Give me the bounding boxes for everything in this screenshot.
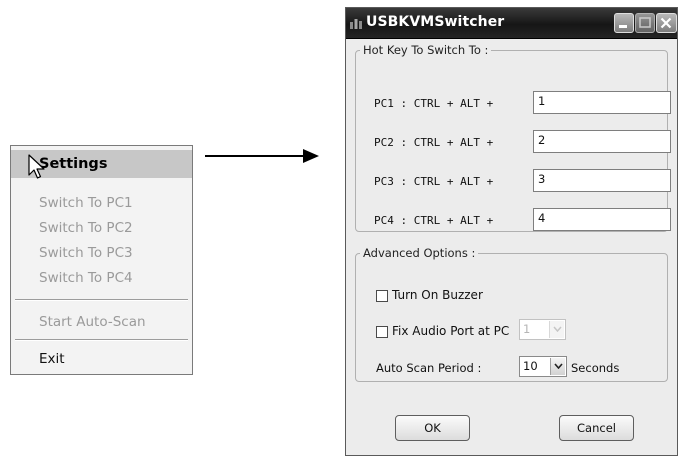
usbkvm-switcher-window: USBKVMSwitcher Hot Key To Switch To : PC… bbox=[345, 7, 678, 456]
menu-item-switch-pc1[interactable]: Switch To PC1 bbox=[11, 193, 192, 213]
menu-item-switch-pc2[interactable]: Switch To PC2 bbox=[11, 218, 192, 238]
maximize-icon bbox=[639, 17, 651, 28]
seconds-unit-label: Seconds bbox=[571, 361, 620, 375]
menu-item-switch-pc3[interactable]: Switch To PC3 bbox=[11, 243, 192, 263]
fix-audio-option[interactable]: Fix Audio Port at PC bbox=[376, 324, 509, 338]
window-title: USBKVMSwitcher bbox=[366, 14, 505, 30]
pc3-hotkey-input[interactable]: 3 bbox=[533, 169, 671, 192]
buzzer-label: Turn On Buzzer bbox=[392, 288, 483, 302]
chevron-down-icon bbox=[554, 363, 563, 369]
pc2-hotkey-label: PC2 : CTRL + ALT + bbox=[374, 136, 494, 149]
audio-pc-dropdown-button[interactable] bbox=[549, 321, 564, 338]
buzzer-option[interactable]: Turn On Buzzer bbox=[376, 288, 483, 302]
scan-period-value: 10 bbox=[523, 359, 538, 373]
tray-context-menu: Settings Switch To PC1 Switch To PC2 Swi… bbox=[10, 145, 193, 375]
menu-item-start-auto-scan[interactable]: Start Auto-Scan bbox=[11, 312, 192, 332]
menu-item-exit[interactable]: Exit bbox=[11, 349, 192, 369]
advanced-options-legend: Advanced Options : bbox=[363, 246, 476, 260]
scan-period-select[interactable]: 10 bbox=[519, 356, 567, 377]
audio-pc-value: 1 bbox=[523, 322, 531, 336]
pc1-hotkey-label: PC1 : CTRL + ALT + bbox=[374, 97, 494, 110]
title-bar[interactable]: USBKVMSwitcher bbox=[346, 8, 677, 39]
ok-button[interactable]: OK bbox=[395, 415, 470, 441]
fix-audio-checkbox[interactable] bbox=[376, 325, 388, 338]
pc2-hotkey-input[interactable]: 2 bbox=[533, 130, 671, 153]
close-icon bbox=[660, 17, 672, 29]
pc3-hotkey-label: PC3 : CTRL + ALT + bbox=[374, 175, 494, 188]
menu-separator bbox=[15, 339, 188, 341]
scan-period-dropdown-button[interactable] bbox=[550, 358, 565, 375]
menu-separator bbox=[15, 299, 188, 301]
buzzer-checkbox[interactable] bbox=[376, 289, 388, 302]
mouse-pointer-icon bbox=[28, 154, 45, 179]
advanced-options-group: Advanced Options : Turn On Buzzer Fix Au… bbox=[355, 246, 668, 382]
close-button[interactable] bbox=[656, 13, 677, 33]
app-icon bbox=[350, 19, 362, 29]
menu-item-switch-pc4[interactable]: Switch To PC4 bbox=[11, 268, 192, 288]
chevron-down-icon bbox=[553, 326, 562, 332]
maximize-button[interactable] bbox=[635, 13, 655, 33]
auto-scan-label: Auto Scan Period : bbox=[376, 361, 482, 375]
cancel-button[interactable]: Cancel bbox=[559, 415, 634, 441]
right-arrow-icon bbox=[205, 149, 319, 163]
minimize-button[interactable] bbox=[614, 13, 634, 33]
pc4-hotkey-label: PC4 : CTRL + ALT + bbox=[374, 214, 494, 227]
fix-audio-label: Fix Audio Port at PC bbox=[392, 324, 510, 338]
minimize-icon bbox=[619, 25, 627, 28]
hotkey-group: Hot Key To Switch To : PC1 : CTRL + ALT … bbox=[355, 43, 671, 232]
pc1-hotkey-input[interactable]: 1 bbox=[533, 91, 671, 114]
pc4-hotkey-input[interactable]: 4 bbox=[533, 208, 671, 231]
audio-pc-select[interactable]: 1 bbox=[519, 319, 566, 340]
hotkey-group-legend: Hot Key To Switch To : bbox=[363, 43, 489, 57]
